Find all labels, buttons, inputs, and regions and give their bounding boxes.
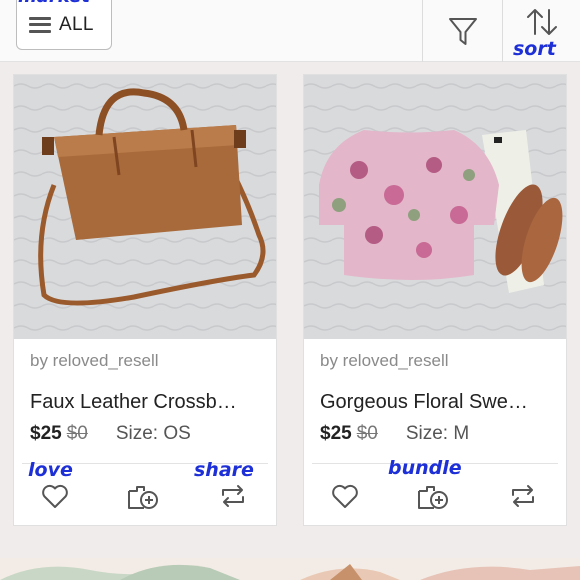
original-price: $0 [356, 423, 378, 444]
listing-photo-floral-sweater[interactable] [304, 75, 566, 339]
price-row: $25 $0 Size: M [320, 423, 469, 445]
hamburger-icon [29, 16, 51, 33]
seller-name[interactable]: by reloved_resell [320, 351, 449, 371]
heart-icon[interactable] [330, 481, 360, 511]
top-bar: ALL market sort [0, 0, 580, 62]
listing-title[interactable]: Gorgeous Floral Swe… [320, 391, 528, 414]
heart-icon[interactable] [40, 481, 70, 511]
bundle-add-icon[interactable] [126, 481, 160, 511]
share-annotation: share [194, 459, 254, 481]
bundle-add-icon[interactable] [416, 481, 450, 511]
listing-title[interactable]: Faux Leather Crossb… [30, 391, 237, 414]
next-listings-preview [0, 558, 580, 580]
share-repost-icon[interactable] [508, 481, 538, 511]
sort-annotation: sort [513, 38, 556, 60]
listing-size: Size: OS [115, 423, 191, 444]
market-annotation: market [18, 0, 90, 7]
bundle-annotation: bundle [388, 457, 462, 479]
price-row: $25 $0 Size: OS [30, 423, 191, 445]
category-menu-label: ALL [59, 13, 94, 35]
sort-arrows-icon [527, 9, 557, 35]
listing-card[interactable]: by reloved_resell Faux Leather Crossb… $… [13, 74, 277, 526]
sort-button[interactable]: sort [502, 0, 580, 62]
filter-icon [448, 18, 477, 45]
listing-size: Size: M [405, 423, 470, 444]
listing-photo-crossbody-bag[interactable] [14, 75, 276, 339]
listing-price: $25 [30, 423, 62, 444]
filter-button[interactable] [422, 0, 502, 62]
love-annotation: love [28, 459, 73, 481]
seller-name[interactable]: by reloved_resell [30, 351, 159, 371]
category-menu-button[interactable]: ALL [16, 0, 112, 50]
listing-price: $25 [320, 423, 352, 444]
original-price: $0 [66, 423, 88, 444]
listing-card[interactable]: by reloved_resell Gorgeous Floral Swe… $… [303, 74, 567, 526]
share-repost-icon[interactable] [218, 481, 248, 511]
